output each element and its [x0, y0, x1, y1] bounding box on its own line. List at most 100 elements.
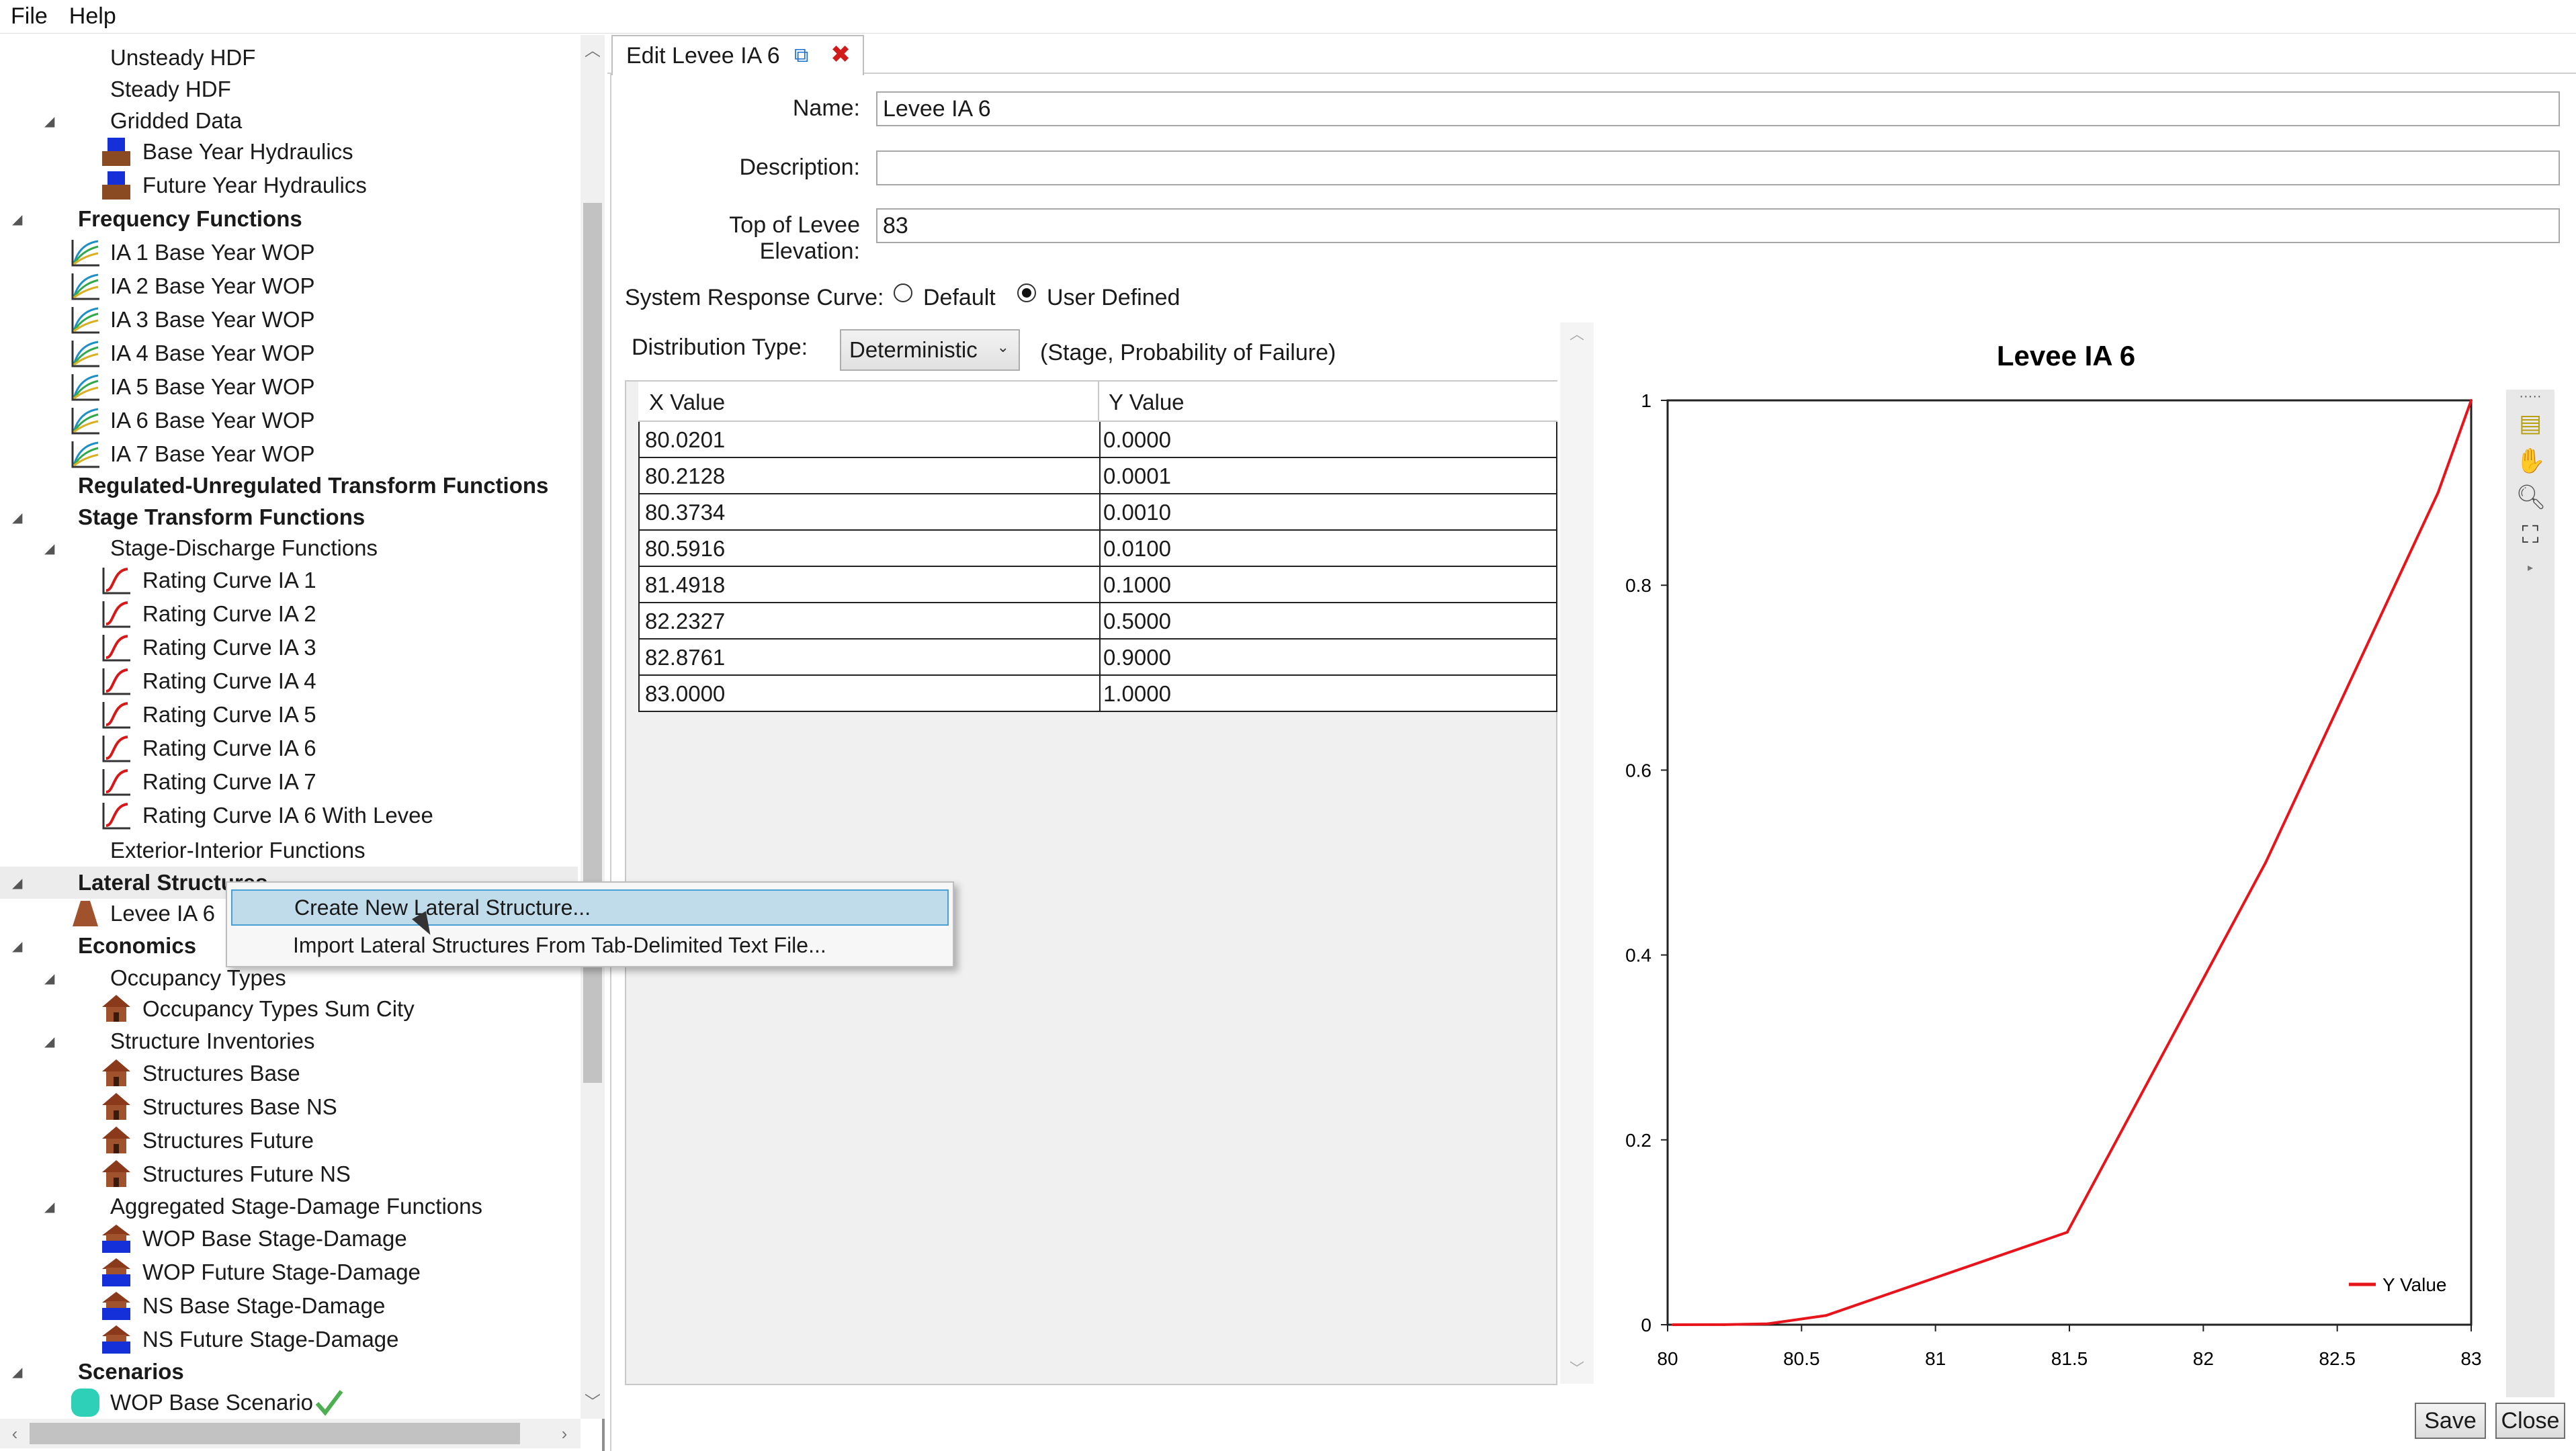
- y-value-cell[interactable]: 0.5000: [1103, 609, 1171, 634]
- tree-item[interactable]: IA 4 Base Year WOP: [0, 337, 578, 369]
- tree-item[interactable]: Structures Future: [0, 1125, 578, 1157]
- tree-item-gridded-data[interactable]: ◢ Gridded Data: [0, 105, 578, 137]
- table-row[interactable]: 81.4918 0.1000: [638, 567, 1557, 603]
- expand-arrow-icon[interactable]: ◢: [44, 1033, 54, 1050]
- tree-item[interactable]: Rating Curve IA 7: [0, 766, 578, 798]
- y-value-cell[interactable]: 0.0001: [1103, 464, 1171, 489]
- user-defined-radio[interactable]: [1017, 283, 1036, 302]
- tree-item[interactable]: WOP Base Stage-Damage: [0, 1223, 578, 1255]
- x-value-cell[interactable]: 80.3734: [645, 500, 725, 525]
- x-value-cell[interactable]: 80.0201: [645, 427, 725, 453]
- expand-arrow-icon[interactable]: ◢: [12, 211, 22, 228]
- top-of-levee-field[interactable]: 83: [876, 208, 2560, 243]
- tree-item[interactable]: NS Base Stage-Damage: [0, 1290, 578, 1322]
- expand-arrow-icon[interactable]: ◢: [12, 1364, 22, 1380]
- menu-item-import-lateral-structures[interactable]: Import Lateral Structures From Tab-Delim…: [231, 927, 949, 963]
- x-value-cell[interactable]: 80.5916: [645, 536, 725, 562]
- zoom-icon[interactable]: 🔍︎: [2516, 482, 2546, 512]
- y-value-cell[interactable]: 1.0000: [1103, 681, 1171, 707]
- tree-item[interactable]: Rating Curve IA 6 With Levee: [0, 799, 578, 832]
- tree-item[interactable]: Rating Curve IA 1: [0, 564, 578, 597]
- x-value-cell[interactable]: 81.4918: [645, 572, 725, 598]
- close-icon[interactable]: ✖: [830, 40, 851, 69]
- y-value-cell[interactable]: 0.0010: [1103, 500, 1171, 525]
- scroll-left-icon[interactable]: ‹: [1, 1419, 28, 1448]
- close-button[interactable]: Close: [2495, 1403, 2565, 1439]
- y-value-cell[interactable]: 0.1000: [1103, 572, 1171, 598]
- expand-arrow-icon[interactable]: ◢: [44, 970, 54, 987]
- scroll-down-icon[interactable]: ﹀: [581, 1389, 605, 1416]
- tree-item[interactable]: Structures Future NS: [0, 1158, 578, 1190]
- tab-edit-levee[interactable]: Edit Levee IA 6 ⧉ ✖: [611, 35, 864, 75]
- x-value-cell[interactable]: 82.2327: [645, 609, 725, 634]
- y-value-cell[interactable]: 0.0000: [1103, 427, 1171, 453]
- tree-item[interactable]: IA 2 Base Year WOP: [0, 270, 578, 302]
- tree-item-unsteady-hdf[interactable]: Unsteady HDF: [0, 42, 578, 74]
- name-field[interactable]: Levee IA 6: [876, 91, 2560, 126]
- tree-item-structure-inventories[interactable]: ◢ Structure Inventories: [0, 1025, 578, 1057]
- popout-icon[interactable]: ⧉: [794, 44, 808, 67]
- tree-vertical-scrollbar[interactable]: ︿ ﹀: [581, 35, 605, 1419]
- tree-item-base-year-hydraulics[interactable]: Base Year Hydraulics: [0, 136, 578, 168]
- pan-hand-icon[interactable]: ✋: [2516, 446, 2546, 476]
- tree-item[interactable]: IA 1 Base Year WOP: [0, 236, 578, 269]
- scroll-right-icon[interactable]: ›: [551, 1419, 578, 1448]
- table-row[interactable]: 80.3734 0.0010: [638, 494, 1557, 531]
- tree-item[interactable]: Structures Base: [0, 1057, 578, 1090]
- tree-item[interactable]: WOP Future Stage-Damage: [0, 1256, 578, 1288]
- default-radio[interactable]: [894, 283, 912, 302]
- expand-arrow-icon[interactable]: ◢: [44, 1198, 54, 1215]
- menu-item-create-lateral-structure[interactable]: Create New Lateral Structure...: [231, 889, 949, 926]
- y-value-cell[interactable]: 0.0100: [1103, 536, 1171, 562]
- zoom-extents-icon[interactable]: ⛶: [2516, 520, 2545, 549]
- tree-item[interactable]: Rating Curve IA 3: [0, 631, 578, 664]
- distribution-type-select[interactable]: Deterministic ⌄: [840, 329, 1020, 371]
- tree-item[interactable]: IA 5 Base Year WOP: [0, 371, 578, 403]
- save-button[interactable]: Save: [2415, 1403, 2486, 1439]
- scroll-up-icon[interactable]: ︿: [581, 38, 605, 64]
- tree-item[interactable]: IA 3 Base Year WOP: [0, 304, 578, 336]
- scroll-thumb[interactable]: [30, 1423, 520, 1444]
- table-row[interactable]: 82.8761 0.9000: [638, 640, 1557, 676]
- table-row[interactable]: 80.2128 0.0001: [638, 458, 1557, 494]
- tree-item-wop-base-scenario[interactable]: WOP Base Scenario: [0, 1387, 578, 1419]
- menu-help[interactable]: Help: [58, 3, 127, 30]
- tree-item-occupancy-sum-city[interactable]: Occupancy Types Sum City: [0, 993, 578, 1025]
- tree-item[interactable]: Rating Curve IA 5: [0, 699, 578, 731]
- expand-arrow-icon[interactable]: ◢: [44, 540, 54, 557]
- x-value-cell[interactable]: 80.2128: [645, 464, 725, 489]
- x-value-cell[interactable]: 82.8761: [645, 645, 725, 670]
- table-row[interactable]: 80.5916 0.0100: [638, 531, 1557, 567]
- scroll-down-icon[interactable]: ﹀: [1560, 1357, 1594, 1378]
- tree-group-scenarios[interactable]: ◢ Scenarios: [0, 1356, 578, 1388]
- tree-item[interactable]: Rating Curve IA 2: [0, 598, 578, 630]
- menu-file[interactable]: File: [0, 3, 58, 30]
- tree-horizontal-scrollbar[interactable]: ‹ ›: [0, 1419, 581, 1448]
- tree-group-stage-transform[interactable]: ◢ Stage Transform Functions: [0, 501, 578, 533]
- tree-item[interactable]: IA 7 Base Year WOP: [0, 438, 578, 470]
- y-value-cell[interactable]: 0.9000: [1103, 645, 1171, 670]
- tree-item[interactable]: Structures Base NS: [0, 1091, 578, 1123]
- expand-arrow-icon[interactable]: ◢: [12, 509, 22, 526]
- tree-item[interactable]: Rating Curve IA 4: [0, 665, 578, 697]
- toolbar-expand-icon[interactable]: ▸: [2516, 554, 2545, 583]
- table-row[interactable]: 83.0000 1.0000: [638, 676, 1557, 712]
- tree-item[interactable]: IA 6 Base Year WOP: [0, 404, 578, 437]
- expand-arrow-icon[interactable]: ◢: [12, 875, 22, 891]
- tree-item-aggregated[interactable]: ◢ Aggregated Stage-Damage Functions: [0, 1190, 578, 1223]
- table-row[interactable]: 80.0201 0.0000: [638, 422, 1557, 458]
- tree-item-stage-discharge[interactable]: ◢ Stage-Discharge Functions: [0, 532, 578, 564]
- tree-group-frequency-functions[interactable]: ◢ Frequency Functions: [0, 203, 578, 235]
- tree-item[interactable]: Rating Curve IA 6: [0, 732, 578, 764]
- tree-item[interactable]: NS Future Stage-Damage: [0, 1323, 578, 1356]
- tree-item-steady-hdf[interactable]: Steady HDF: [0, 73, 578, 105]
- description-field[interactable]: [876, 150, 2560, 185]
- scroll-up-icon[interactable]: ︿: [1560, 322, 1594, 344]
- expand-arrow-icon[interactable]: ◢: [44, 113, 54, 130]
- annotation-icon[interactable]: ▤: [2516, 408, 2545, 438]
- table-scrollbar[interactable]: ︿ ﹀: [1560, 322, 1594, 1384]
- x-value-cell[interactable]: 83.0000: [645, 681, 725, 707]
- table-row[interactable]: 82.2327 0.5000: [638, 603, 1557, 640]
- tree-item-exterior-interior[interactable]: Exterior-Interior Functions: [0, 834, 578, 867]
- expand-arrow-icon[interactable]: ◢: [12, 938, 22, 955]
